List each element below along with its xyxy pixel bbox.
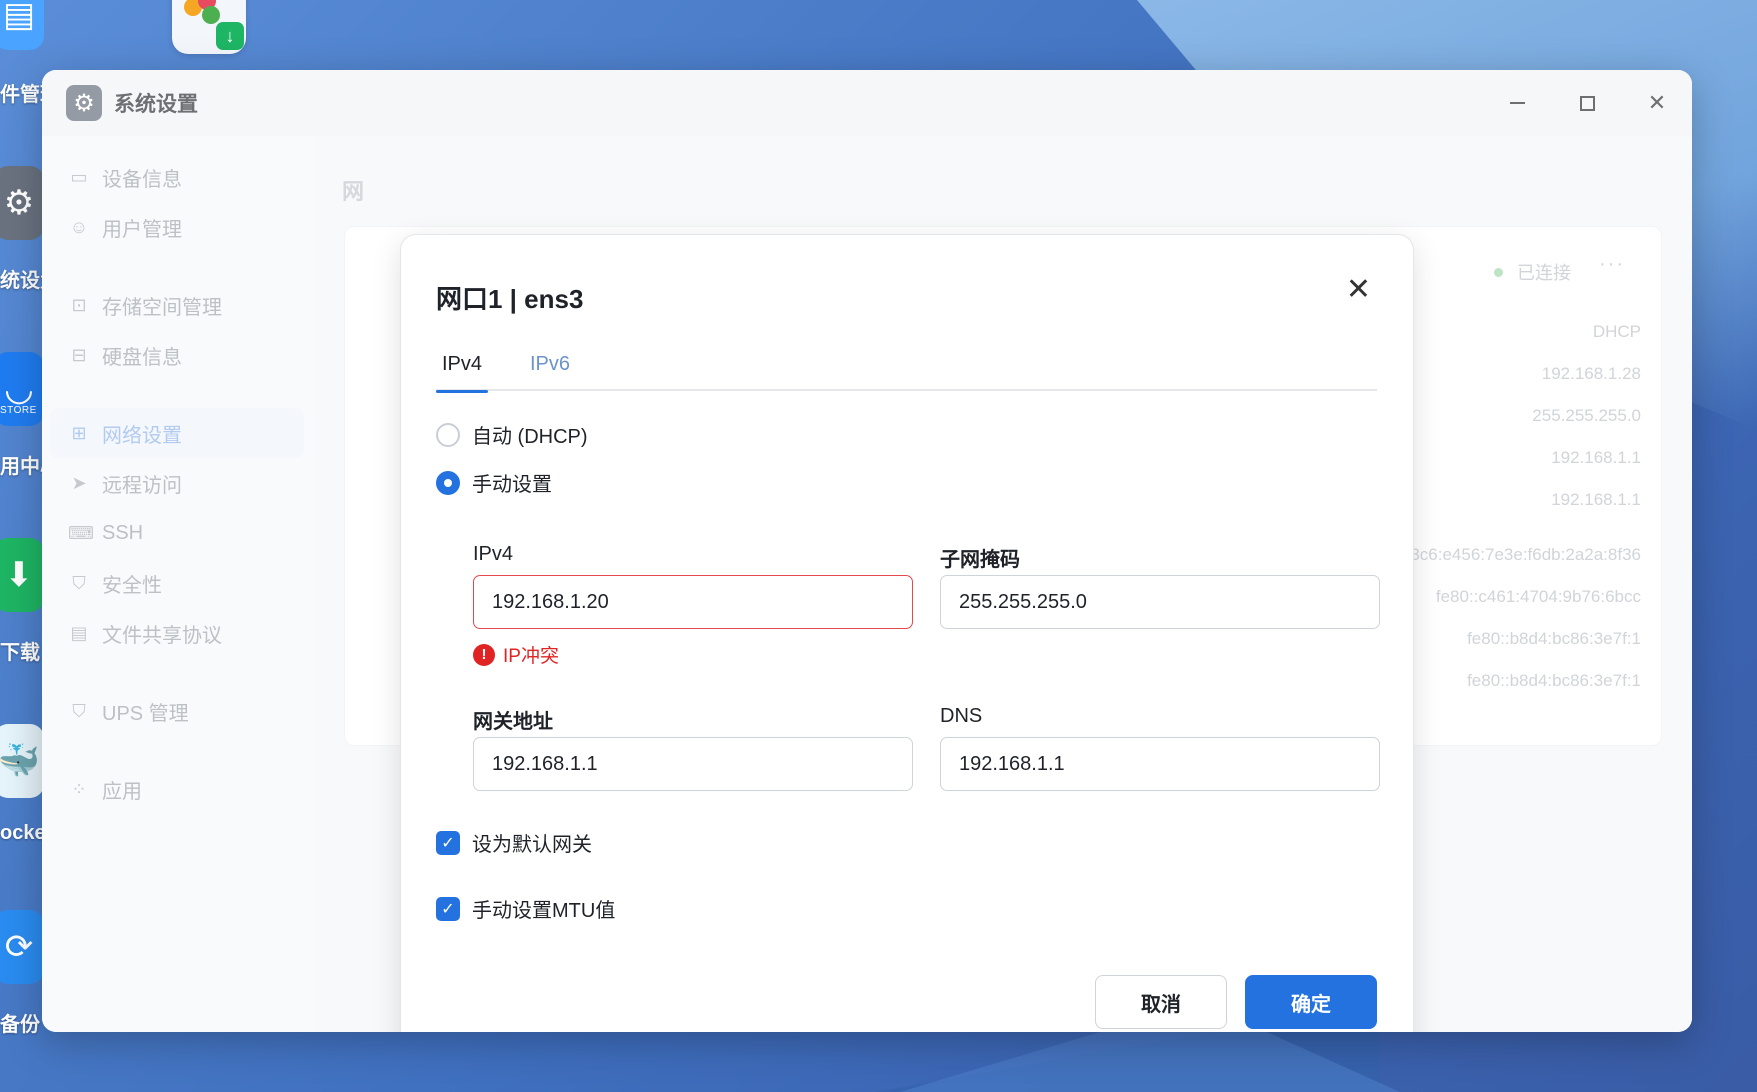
download-badge-icon: ↓	[216, 22, 244, 50]
tab-ipv6[interactable]: IPv6	[524, 353, 576, 391]
ipv4-input[interactable]: 192.168.1.20	[473, 575, 913, 629]
desktop-label-docker[interactable]: ocke	[0, 822, 46, 845]
ip-version-tabs: IPv4 IPv6	[436, 341, 1377, 393]
subnet-mask-input[interactable]: 255.255.255.0	[940, 575, 1380, 629]
check-icon[interactable]: ✓	[436, 830, 460, 855]
gateway-input[interactable]: 192.168.1.1	[473, 737, 913, 791]
desktop-label-download[interactable]: 下载	[0, 636, 40, 665]
ipv4-label: IPv4	[473, 543, 514, 565]
dialog-title: 网口1 | ens3	[436, 284, 584, 314]
radio-button-selected[interactable]	[436, 470, 460, 495]
desktop-label-backup[interactable]: 备份	[0, 1008, 40, 1037]
file-manager-icon[interactable]: ▤	[0, 0, 44, 50]
backup-app-icon[interactable]: ⟳	[0, 910, 44, 984]
radio-button[interactable]	[436, 422, 460, 447]
dns-label: DNS	[940, 705, 983, 727]
cancel-button[interactable]: 取消	[1095, 975, 1227, 1029]
photos-app-icon[interactable]: ↓	[172, 0, 246, 54]
docker-app-icon[interactable]: 🐳	[0, 724, 44, 798]
subnet-mask-label: 子网掩码	[940, 549, 1020, 571]
check-icon[interactable]: ✓	[436, 896, 460, 921]
app-store-icon[interactable]: ◡ STORE	[0, 352, 44, 426]
radio-auto-dhcp[interactable]: 自动 (DHCP)	[436, 420, 588, 449]
settings-window: ⚙ 系统设置 ✕ ▭ 设备信息 ☺ 用户管理 ⊡ 存储空间管理 ⊟ 硬盘信息 ⊞ 网络设置…	[42, 70, 1692, 1032]
settings-app-icon[interactable]: ⚙	[0, 166, 44, 240]
tab-ipv4[interactable]: IPv4	[436, 353, 489, 393]
radio-manual[interactable]: 手动设置	[436, 468, 552, 497]
manual-mtu-checkbox[interactable]: ✓ 手动设置MTU值	[436, 894, 615, 923]
network-port-dialog: 网口1 | ens3 ✕ IPv4 IPv6 自动 (DHCP) 手动设置 IP…	[400, 234, 1414, 1032]
gateway-label: 网关地址	[473, 711, 553, 733]
default-gateway-checkbox[interactable]: ✓ 设为默认网关	[436, 828, 592, 857]
dns-input[interactable]: 192.168.1.1	[940, 737, 1380, 791]
download-app-icon[interactable]: ⬇	[0, 538, 44, 612]
dialog-close-icon[interactable]: ✕	[1346, 275, 1371, 305]
confirm-button[interactable]: 确定	[1245, 975, 1377, 1029]
ip-conflict-error: ! IP冲突	[473, 641, 559, 668]
error-icon: !	[473, 643, 495, 666]
